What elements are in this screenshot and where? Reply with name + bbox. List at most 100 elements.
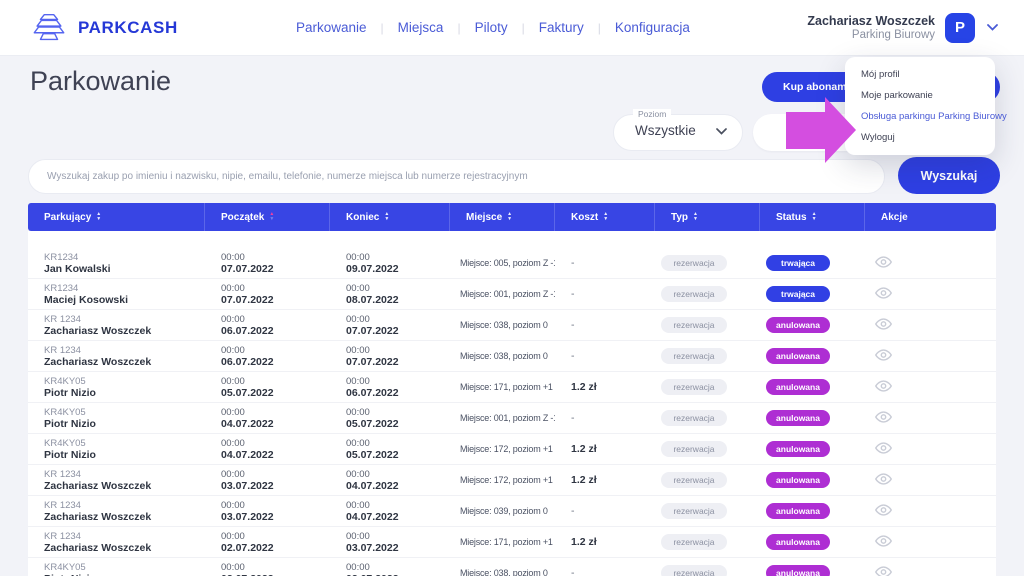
nav-link[interactable]: Parkowanie	[296, 20, 367, 35]
view-details-button[interactable]	[873, 285, 894, 304]
place-cell: Miejsce: 038, poziom 0	[450, 351, 555, 361]
user-menu-item[interactable]: Wyloguj	[845, 127, 995, 148]
plate-number: KR 1234	[44, 314, 205, 325]
place-cell: Miejsce: 171, poziom +1	[450, 382, 555, 392]
nav-link[interactable]: Piloty	[475, 20, 508, 35]
sort-icon[interactable]: ▲▼	[507, 212, 512, 222]
view-details-button[interactable]	[873, 471, 894, 490]
cost-cell: -	[555, 505, 655, 517]
nav-link[interactable]: Konfiguracja	[615, 20, 690, 35]
start-cell: 00:0007.07.2022	[205, 252, 330, 275]
view-details-button[interactable]	[873, 347, 894, 366]
parker-cell: KR1234Maciej Kosowski	[28, 283, 205, 306]
sort-icon[interactable]: ▲▼	[269, 212, 274, 222]
type-badge: rezerwacja	[661, 534, 727, 550]
parker-cell: KR4KY05Piotr Nizio	[28, 407, 205, 430]
status-badge: trwająca	[766, 286, 830, 302]
column-header[interactable]: Status ▲▼	[760, 203, 865, 231]
sort-icon[interactable]: ▲▼	[96, 212, 101, 222]
view-details-button[interactable]	[873, 409, 894, 428]
start-cell: 00:0005.07.2022	[205, 376, 330, 399]
nav-link[interactable]: Miejsca	[398, 20, 444, 35]
column-header[interactable]: Miejsce▲▼	[450, 203, 555, 231]
view-details-button[interactable]	[873, 254, 894, 273]
end-cell: 00:0007.07.2022	[330, 314, 450, 337]
column-header[interactable]: Typ▲▼	[655, 203, 760, 231]
type-badge: rezerwacja	[661, 410, 727, 426]
type-cell: rezerwacja	[655, 255, 760, 271]
sort-icon[interactable]: ▲▼	[384, 212, 389, 222]
level-select-label: Poziom	[633, 109, 671, 119]
view-details-button[interactable]	[873, 378, 894, 397]
view-details-button[interactable]	[873, 316, 894, 335]
type-badge: rezerwacja	[661, 503, 727, 519]
type-badge: rezerwacja	[661, 348, 727, 364]
column-header[interactable]: Parkujący▲▼	[28, 203, 205, 231]
user-menu-item[interactable]: Moje parkowanie	[845, 85, 995, 106]
start-time: 00:00	[221, 562, 330, 573]
end-cell: 00:0004.07.2022	[330, 469, 450, 492]
end-time: 00:00	[346, 407, 450, 418]
column-label: Status	[776, 212, 807, 223]
view-details-button[interactable]	[873, 564, 894, 576]
start-date: 05.07.2022	[221, 387, 330, 399]
status-cell: anulowana	[760, 503, 865, 519]
eye-icon	[875, 473, 892, 488]
end-cell: 00:0007.07.2022	[330, 345, 450, 368]
status-badge: anulowana	[766, 379, 830, 395]
start-date: 03.07.2022	[221, 511, 330, 523]
table-row: KR4KY05Piotr Nizio00:0002.07.202200:0003…	[28, 558, 996, 576]
view-details-button[interactable]	[873, 502, 894, 521]
place-cell: Miejsce: 001, poziom Z -1	[450, 413, 555, 423]
user-menu-item[interactable]: Obsługa parkingu Parking Biurowy	[845, 106, 995, 127]
search-button[interactable]: Wyszukaj	[898, 157, 1000, 194]
end-date: 04.07.2022	[346, 511, 450, 523]
view-details-button[interactable]	[873, 533, 894, 552]
start-time: 00:00	[221, 252, 330, 263]
user-menu-item[interactable]: Mój profil	[845, 64, 995, 85]
column-header[interactable]: Koszt▲▼	[555, 203, 655, 231]
plate-number: KR4KY05	[44, 407, 205, 418]
page-title: Parkowanie	[30, 66, 171, 97]
column-header[interactable]: Koniec▲▼	[330, 203, 450, 231]
column-label: Akcje	[881, 212, 908, 223]
type-badge: rezerwacja	[661, 255, 727, 271]
table-body: KR1234Jan Kowalski00:0007.07.202200:0009…	[28, 231, 996, 576]
table-row: KR 1234Zachariasz Woszczek00:0002.07.202…	[28, 527, 996, 558]
user-parking-context: Parking Biurowy	[807, 28, 935, 42]
sort-icon[interactable]: ▲▼	[812, 212, 817, 222]
user-name: Zachariasz Woszczek	[807, 14, 935, 28]
user-block[interactable]: Zachariasz Woszczek Parking Biurowy P	[807, 13, 998, 43]
end-cell: 00:0004.07.2022	[330, 500, 450, 523]
plate-number: KR 1234	[44, 469, 205, 480]
place-cell: Miejsce: 001, poziom Z -1	[450, 289, 555, 299]
chevron-down-icon[interactable]	[987, 24, 998, 31]
sort-icon[interactable]: ▲▼	[693, 212, 698, 222]
nav-separator: |	[457, 21, 460, 35]
nav-separator: |	[598, 21, 601, 35]
view-details-button[interactable]	[873, 440, 894, 459]
nav-separator: |	[522, 21, 525, 35]
avatar[interactable]: P	[945, 13, 975, 43]
cost-cell: -	[555, 412, 655, 424]
start-date: 03.07.2022	[221, 480, 330, 492]
cost-cell: -	[555, 257, 655, 269]
status-cell: anulowana	[760, 534, 865, 550]
column-header[interactable]: Początek▲▼	[205, 203, 330, 231]
status-cell: anulowana	[760, 472, 865, 488]
place-cell: Miejsce: 039, poziom 0	[450, 506, 555, 516]
brand-logo[interactable]: PARKCASH	[30, 11, 296, 45]
sort-icon[interactable]: ▲▼	[603, 212, 608, 222]
cost-cell: -	[555, 288, 655, 300]
level-select[interactable]: Poziom Wszystkie	[613, 114, 743, 151]
start-cell: 00:0003.07.2022	[205, 469, 330, 492]
search-input[interactable]	[28, 159, 885, 194]
place-cell: Miejsce: 038, poziom 0	[450, 320, 555, 330]
parker-cell: KR4KY05Piotr Nizio	[28, 438, 205, 461]
start-time: 00:00	[221, 469, 330, 480]
parker-name: Zachariasz Woszczek	[44, 356, 205, 368]
plate-number: KR 1234	[44, 500, 205, 511]
eye-icon	[875, 535, 892, 550]
start-time: 00:00	[221, 438, 330, 449]
nav-link[interactable]: Faktury	[539, 20, 584, 35]
